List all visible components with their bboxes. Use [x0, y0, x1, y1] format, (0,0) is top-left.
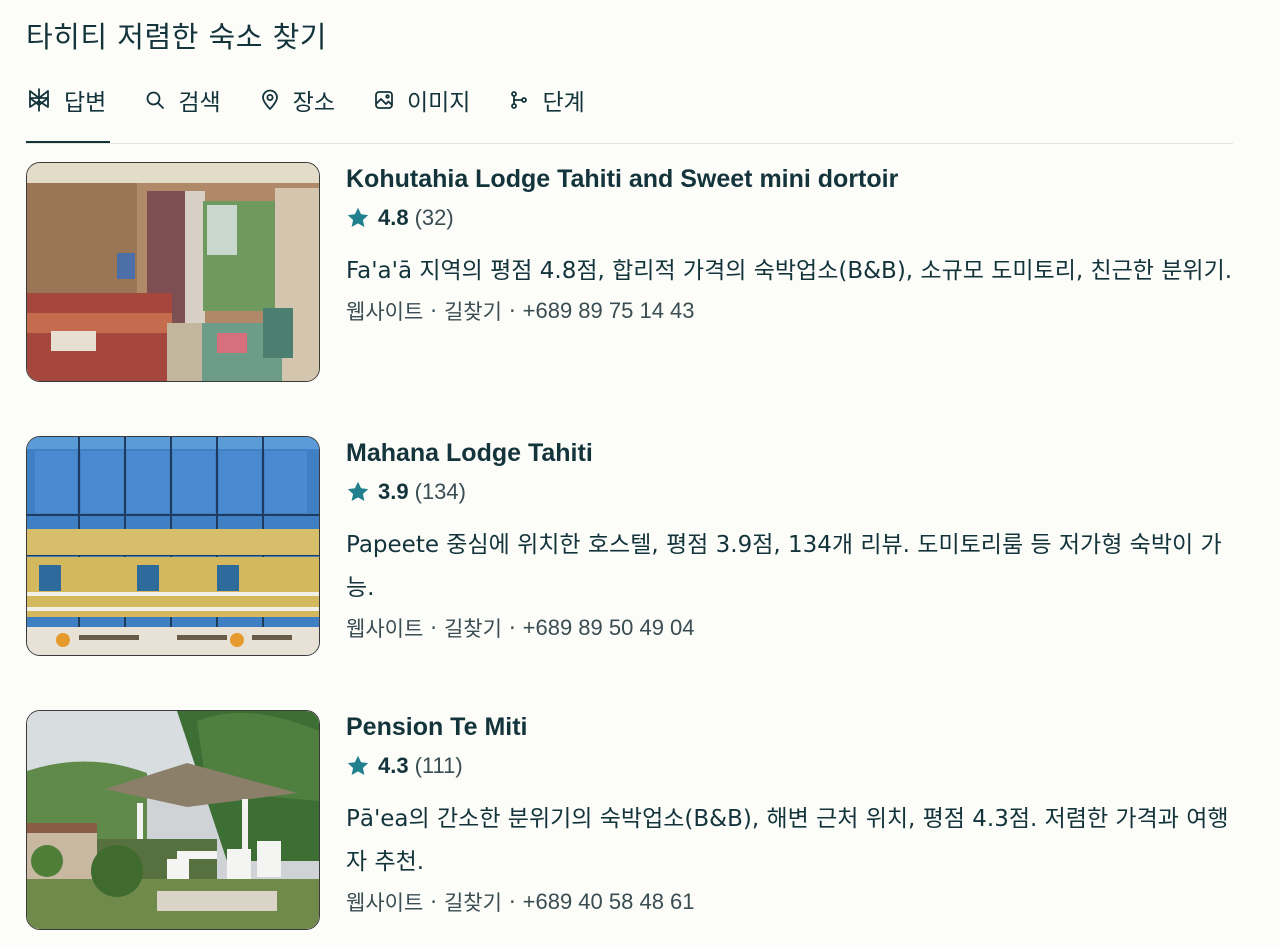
tabs-divider — [26, 143, 1233, 144]
tab-places-label: 장소 — [292, 90, 335, 116]
separator: · — [508, 299, 516, 323]
place-links: 웹사이트 · 길찾기 · +689 89 50 49 04 — [346, 612, 1246, 644]
tab-search-label: 검색 — [178, 90, 221, 116]
perplexity-logo-icon — [26, 87, 52, 113]
review-count: (32) — [414, 205, 454, 230]
tab-places[interactable]: 장소 — [259, 80, 335, 120]
result-info: Mahana Lodge Tahiti 3.9 (134) Papeete 중심… — [346, 436, 1246, 644]
rating-value: 4.3 — [378, 753, 409, 778]
map-pin-icon — [259, 89, 281, 111]
star-icon — [346, 206, 370, 230]
result-info: Pension Te Miti 4.3 (111) Pā'ea의 간소한 분위기… — [346, 710, 1246, 918]
separator: · — [508, 890, 516, 914]
result-card[interactable]: Kohutahia Lodge Tahiti and Sweet mini do… — [26, 162, 1246, 384]
place-links: 웹사이트 · 길찾기 · +689 40 58 48 61 — [346, 886, 1246, 918]
place-description: Papeete 중심에 위치한 호스텔, 평점 3.9점, 134개 리뷰. 도… — [346, 532, 1222, 601]
result-card[interactable]: Pension Te Miti 4.3 (111) Pā'ea의 간소한 분위기… — [26, 710, 1246, 932]
separator: · — [508, 616, 516, 640]
directions-link[interactable]: 길찾기 — [444, 887, 502, 917]
website-link[interactable]: 웹사이트 — [346, 613, 423, 643]
building-photo[interactable] — [26, 436, 320, 656]
rating-row: 3.9 (134) — [346, 478, 1246, 506]
place-name[interactable]: Kohutahia Lodge Tahiti and Sweet mini do… — [346, 165, 1246, 197]
star-icon — [346, 480, 370, 504]
search-icon — [144, 89, 166, 111]
tab-search[interactable]: 검색 — [144, 80, 221, 120]
tab-steps[interactable]: 단계 — [508, 80, 585, 120]
review-count: (111) — [414, 753, 463, 778]
tab-images[interactable]: 이미지 — [373, 80, 470, 120]
tab-images-label: 이미지 — [406, 90, 471, 116]
steps-icon — [508, 89, 530, 111]
place-name[interactable]: Mahana Lodge Tahiti — [346, 439, 1246, 471]
website-link[interactable]: 웹사이트 — [346, 296, 423, 326]
phone-link[interactable]: +689 89 75 14 43 — [523, 298, 695, 324]
page-title: 타히티 저렴한 숙소 찾기 — [26, 20, 327, 54]
rating-value: 4.8 — [378, 205, 409, 230]
tab-answer-label: 답변 — [64, 90, 107, 116]
garden-photo[interactable] — [26, 710, 320, 930]
tab-bar: 답변 검색 장소 이미지 단계 — [26, 80, 623, 144]
result-info: Kohutahia Lodge Tahiti and Sweet mini do… — [346, 162, 1246, 327]
image-icon — [373, 89, 395, 111]
place-links: 웹사이트 · 길찾기 · +689 89 75 14 43 — [346, 295, 1246, 327]
phone-link[interactable]: +689 89 50 49 04 — [523, 615, 695, 641]
place-description: Pā'ea의 간소한 분위기의 숙박업소(B&B), 해변 근처 위치, 평점 … — [346, 806, 1229, 875]
rating-value: 3.9 — [378, 479, 409, 504]
review-count: (134) — [414, 479, 466, 504]
separator: · — [430, 299, 437, 323]
star-icon — [346, 754, 370, 778]
rating-row: 4.3 (111) — [346, 752, 1246, 780]
tab-answer[interactable]: 답변 — [26, 80, 110, 144]
separator: · — [430, 616, 437, 640]
directions-link[interactable]: 길찾기 — [444, 296, 502, 326]
bedroom-photo[interactable] — [26, 162, 320, 382]
place-name[interactable]: Pension Te Miti — [346, 713, 1246, 745]
website-link[interactable]: 웹사이트 — [346, 887, 423, 917]
tab-steps-label: 단계 — [542, 90, 585, 116]
place-description: Fa'a'ā 지역의 평점 4.8점, 합리적 가격의 숙박업소(B&B), 소… — [346, 258, 1233, 284]
phone-link[interactable]: +689 40 58 48 61 — [523, 889, 695, 915]
rating-row: 4.8 (32) — [346, 204, 1246, 232]
result-card[interactable]: Mahana Lodge Tahiti 3.9 (134) Papeete 중심… — [26, 436, 1246, 658]
directions-link[interactable]: 길찾기 — [444, 613, 502, 643]
separator: · — [430, 890, 437, 914]
